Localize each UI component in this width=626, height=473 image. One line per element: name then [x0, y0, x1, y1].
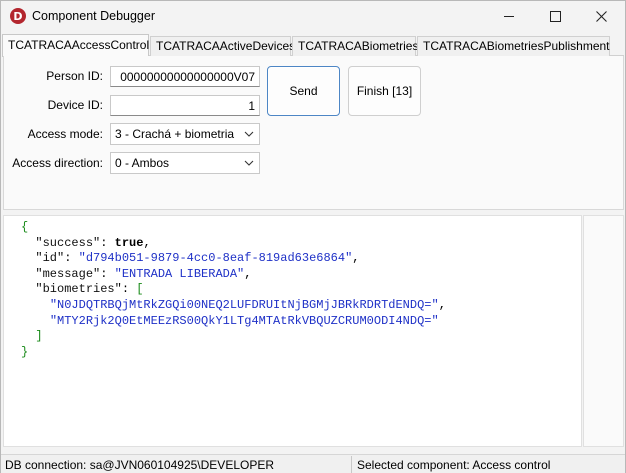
- output-scrollbar[interactable]: [583, 215, 624, 447]
- app-logo-icon: D: [10, 8, 26, 24]
- tab-active-devices[interactable]: TCATRACAActiveDevices: [150, 36, 295, 56]
- json-key-id: "id": [35, 251, 65, 266]
- window-title: Component Debugger: [32, 9, 155, 23]
- device-id-label: Device ID:: [47, 98, 103, 112]
- finish-button[interactable]: Finish [13]: [348, 66, 421, 116]
- chevron-down-icon: [244, 160, 254, 166]
- json-close-brace: }: [21, 344, 29, 359]
- tab-biometries[interactable]: TCATRACABiometries: [292, 36, 418, 56]
- person-id-label: Person ID:: [46, 69, 103, 83]
- send-button[interactable]: Send: [267, 66, 340, 116]
- json-value-message: "ENTRADA LIBERADA": [114, 266, 245, 281]
- maximize-icon: [549, 10, 561, 22]
- json-value-success: true: [114, 235, 144, 250]
- json-open-brace: {: [21, 220, 29, 234]
- access-mode-select[interactable]: 3 - Crachá + biometria: [110, 123, 260, 145]
- access-direction-value: 0 - Ambos: [115, 156, 170, 170]
- json-value-id: "d794b051-9879-4cc0-8eaf-819ad63e6864": [78, 251, 353, 266]
- access-control-form: Person ID: 00000000000000000V07 Device I…: [3, 56, 624, 210]
- access-mode-label: Access mode:: [27, 127, 103, 141]
- json-response: { "success": true, "id": "d794b051-9879-…: [21, 220, 446, 359]
- access-direction-select[interactable]: 0 - Ambos: [110, 152, 260, 174]
- json-key-message: "message": [35, 266, 101, 281]
- tab-access-control[interactable]: TCATRACAAccessControl: [2, 34, 149, 57]
- json-close-bracket: ]: [35, 329, 43, 344]
- json-biometry-item: "N0JDQTRBQjMtRkZGQi00NEQ2LUFDRUItNjBGMjJ…: [49, 297, 439, 312]
- tab-strip: TCATRACAAccessControl TCATRACAActiveDevi…: [2, 34, 624, 57]
- json-key-success: "success": [35, 235, 101, 250]
- component-debugger-window: D Component Debugger TCATRACAAccessContr…: [0, 0, 626, 473]
- tab-biometries-publishment[interactable]: TCATRACABiometriesPublishment: [417, 36, 610, 56]
- json-biometry-item: "MTY2Rjk2Q0EtMEEzRS00QkY1LTg4MTAtRkVBQUZ…: [49, 313, 439, 328]
- selected-component-status: Selected component: Access control: [357, 458, 551, 472]
- status-bar: DB connection: sa@JVN060104925\DEVELOPER…: [1, 454, 625, 473]
- close-icon: [595, 10, 607, 22]
- json-key-biometries: "biometries": [35, 282, 122, 297]
- minimize-icon: [503, 15, 514, 17]
- json-open-bracket: [: [136, 282, 144, 297]
- access-mode-value: 3 - Crachá + biometria: [115, 127, 235, 141]
- status-divider: [351, 456, 352, 473]
- close-button[interactable]: [578, 1, 624, 31]
- title-bar[interactable]: D Component Debugger: [1, 1, 625, 31]
- app-logo-letter: D: [13, 9, 23, 23]
- device-id-input[interactable]: 1: [110, 95, 260, 116]
- minimize-button[interactable]: [486, 1, 532, 31]
- chevron-down-icon: [244, 131, 254, 137]
- maximize-button[interactable]: [532, 1, 578, 31]
- access-direction-label: Access direction:: [12, 156, 103, 170]
- db-connection-status: DB connection: sa@JVN060104925\DEVELOPER: [5, 458, 274, 472]
- person-id-input[interactable]: 00000000000000000V07: [110, 66, 260, 87]
